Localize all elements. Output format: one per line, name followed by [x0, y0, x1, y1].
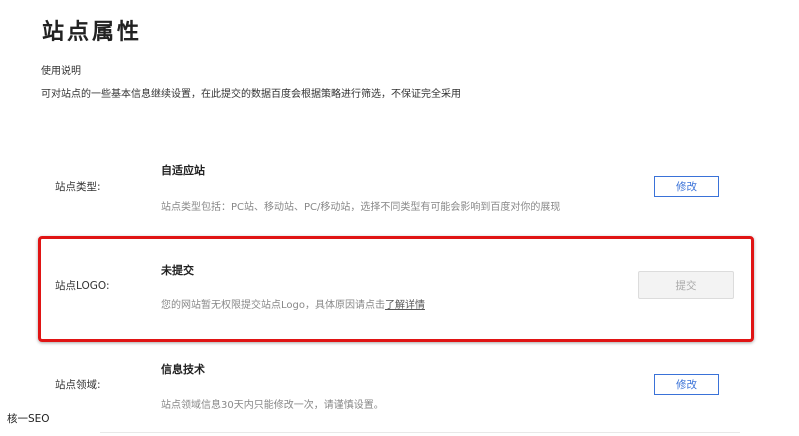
divider [100, 432, 740, 433]
site-logo-value: 未提交 [161, 264, 194, 277]
watermark: 核一SEO [7, 413, 50, 425]
usage-description: 可对站点的一些基本信息继续设置，在此提交的数据百度会根据策略进行筛选，不保证完全… [41, 89, 461, 100]
site-domain-value: 信息技术 [161, 363, 205, 376]
site-type-value: 自适应站 [161, 164, 205, 177]
site-domain-note: 站点领域信息30天内只能修改一次，请谨慎设置。 [161, 400, 384, 411]
site-type-note: 站点类型包括：PC站、移动站、PC/移动站，选择不同类型有可能会影响到百度对你的… [161, 202, 561, 213]
site-domain-label: 站点领域: [55, 379, 101, 391]
site-logo-submit-button: 提交 [638, 271, 734, 299]
site-logo-note-text: 您的网站暂无权限提交站点Logo，具体原因请点击 [161, 300, 385, 311]
usage-label: 使用说明 [41, 66, 81, 77]
site-type-modify-button[interactable]: 修改 [654, 176, 719, 197]
site-logo-note: 您的网站暂无权限提交站点Logo，具体原因请点击了解详情 [161, 296, 425, 311]
page-title: 站点属性 [42, 20, 143, 45]
site-logo-label: 站点LOGO: [55, 280, 110, 292]
site-domain-modify-button[interactable]: 修改 [654, 374, 719, 395]
site-type-label: 站点类型: [55, 181, 101, 193]
learn-more-link[interactable]: 了解详情 [385, 300, 425, 311]
